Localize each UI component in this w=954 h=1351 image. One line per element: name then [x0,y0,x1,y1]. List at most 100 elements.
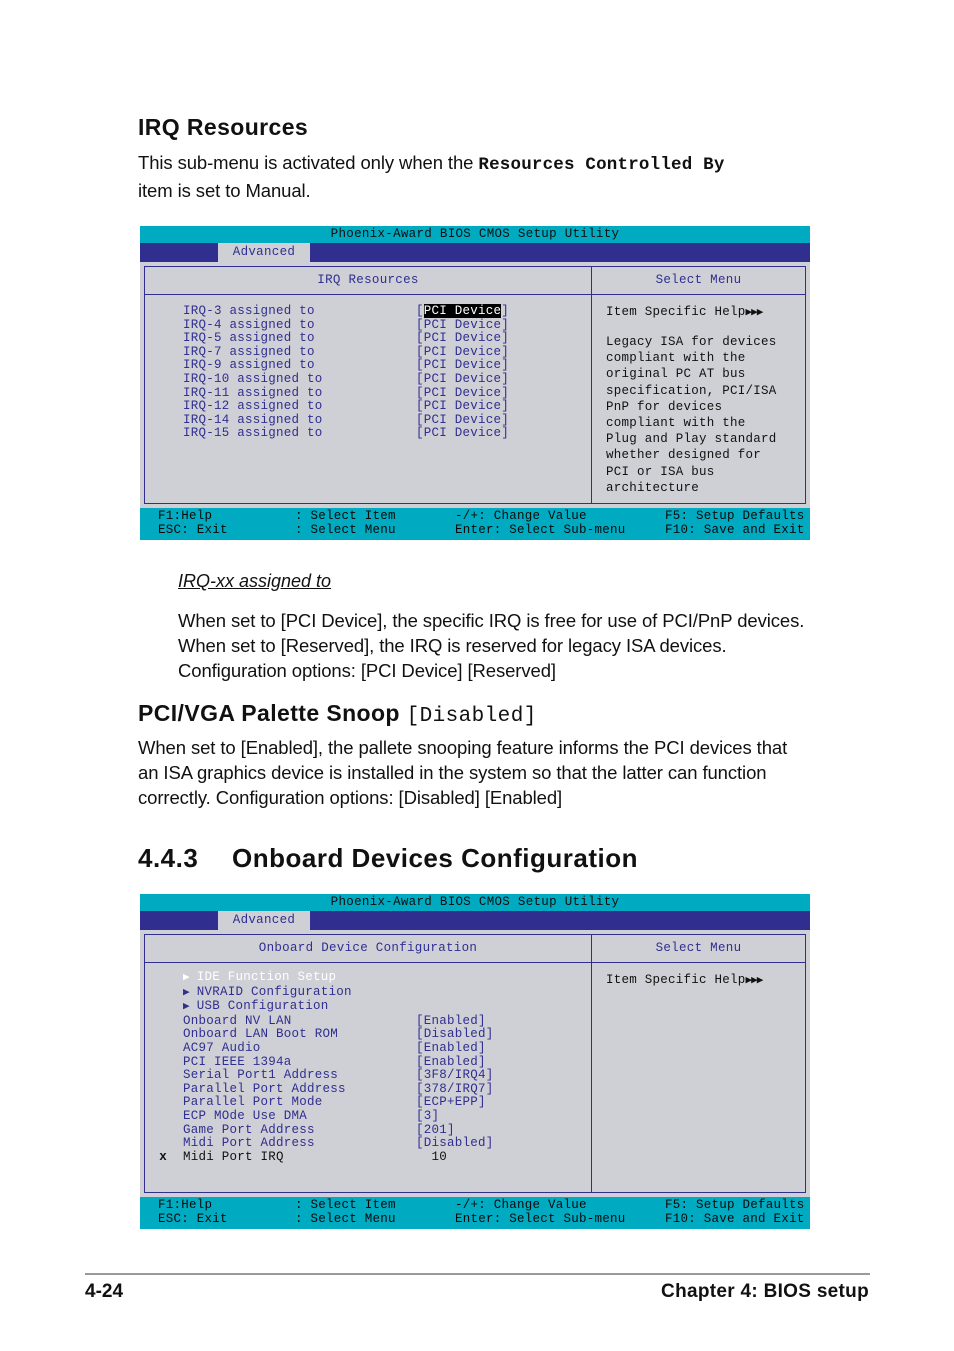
irq-xx-body-text: When set to [PCI Device], the specific I… [178,610,805,681]
row-marker [145,1110,171,1124]
footer-f1-help[interactable]: F1:Help [140,509,295,524]
footer-save-exit-2[interactable]: F10: Save and Exit [665,1212,810,1227]
section-number-443: 4.4.3 [138,843,199,873]
row-value[interactable]: [Disabled] [416,1137,494,1151]
palette-snoop-body-text: When set to [Enabled], the pallete snoop… [138,737,788,808]
row-value[interactable]: [PCI Device] [416,344,509,360]
bios-screen-irq-resources[interactable]: Phoenix-Award BIOS CMOS Setup Utility Ad… [140,226,810,541]
footer-row-top-1: F1:Help : Select Item -/+: Change Value … [140,509,810,524]
table-row[interactable]: PCI IEEE 1394a [Enabled] [145,1055,591,1070]
row-label: Onboard NV LAN [171,1014,416,1029]
table-row[interactable]: IRQ-10 assigned to [PCI Device] [145,372,591,387]
bracket-close: ] [501,426,510,441]
bios-right-panel-1: Select Menu Item Specific Help▶▶▶ Legacy… [592,267,805,503]
footer-setup-defaults-2[interactable]: F5: Setup Defaults [665,1198,810,1213]
table-row[interactable]: Parallel Port Address [378/IRQ7] [145,1081,591,1097]
table-row[interactable]: AC97 Audio [Enabled] [145,1041,591,1056]
footer-f1-help-2[interactable]: F1:Help [140,1198,295,1213]
table-row[interactable]: IRQ-9 assigned to [PCI Device] [145,359,591,373]
table-row[interactable]: IRQ-12 assigned to [PCI Device] [145,399,591,414]
table-row[interactable]: ▶ IDE Function Setup [145,970,591,986]
footer-esc-exit-2[interactable]: ESC: Exit [140,1212,295,1227]
bios-body-1: IRQ Resources IRQ-3 assigned to [PCI Devi… [140,262,810,508]
table-row[interactable]: ▶ NVRAID Configuration [145,984,591,1001]
table-row[interactable]: Serial Port1 Address [3F8/IRQ4] [145,1068,591,1083]
chapter-label: Chapter 4: BIOS setup [661,1281,869,1302]
row-value[interactable]: [3F8/IRQ4] [416,1069,494,1083]
row-marker [145,1056,171,1070]
row-value[interactable]: [PCI Device] [416,386,509,401]
table-row[interactable]: Game Port Address [201] [145,1122,591,1138]
row-value[interactable]: [PCI Device] [416,412,509,428]
footer-setup-defaults[interactable]: F5: Setup Defaults [665,509,810,524]
table-row[interactable]: IRQ-11 assigned to [PCI Device] [145,386,591,401]
row-label: IRQ-15 assigned to [183,426,323,441]
row-value[interactable]: [ECP+EPP] [416,1096,486,1110]
row-value[interactable]: 10 [416,1150,447,1165]
left-panel-header-1: IRQ Resources [145,267,591,295]
row-value-text: PCI Device [423,358,502,373]
row-value[interactable]: [Enabled] [416,1014,486,1029]
row-label: Serial Port1 Address [171,1068,416,1083]
triple-right-arrow-icon-1: ▶▶▶ [745,307,764,319]
row-value[interactable]: [Disabled] [416,1028,494,1042]
row-value[interactable]: [PCI Device] [416,359,509,373]
bracket-close: ] [501,304,510,318]
row-value-text: PCI Device [423,317,502,332]
help-title-text-1: Item Specific Help [606,305,746,319]
row-label: IRQ-14 assigned to [183,412,323,427]
footer-save-exit[interactable]: F10: Save and Exit [665,523,810,538]
table-row[interactable]: IRQ-14 assigned to [PCI Device] [145,412,591,428]
bios-tab-bar-2: Advanced [140,911,810,930]
table-row[interactable]: ECP MOde Use DMA [3] [145,1109,591,1124]
row-marker [145,1042,171,1056]
table-row[interactable]: IRQ-5 assigned to [PCI Device] [145,331,591,346]
row-value-text: PCI Device [423,412,502,427]
row-value-text: PCI Device [423,331,502,346]
tab-advanced[interactable]: Advanced [218,243,310,262]
footer-select-menu: : Select Menu [295,522,396,537]
row-value[interactable]: [PCI Device] [416,317,509,333]
row-value[interactable]: [3] [416,1109,439,1124]
row-value[interactable]: [PCI Device] [416,427,509,441]
row-value[interactable]: [Enabled] [416,1055,486,1070]
row-marker [145,1137,171,1151]
row-value[interactable]: [PCI Device] [416,372,509,387]
table-row[interactable]: IRQ-15 assigned to [PCI Device] [145,427,591,441]
table-row[interactable]: IRQ-3 assigned to [PCI Device] [145,304,591,319]
row-marker [145,414,171,428]
row-value[interactable]: [Enabled] [416,1041,486,1056]
table-row[interactable]: ▶ USB Configuration [145,999,591,1015]
bracket-open: [ [416,344,424,359]
row-label-text: Parallel Port Address [183,1081,346,1096]
table-row[interactable]: x Midi Port IRQ 10 [145,1150,591,1165]
row-marker [145,971,171,986]
table-row[interactable]: Parallel Port Mode [ECP+EPP] [145,1096,591,1110]
bios-left-panel-1: IRQ Resources IRQ-3 assigned to [PCI Devi… [145,267,592,503]
table-row[interactable]: Midi Port Address [Disabled] [145,1136,591,1151]
footer-esc-exit[interactable]: ESC: Exit [140,523,295,538]
palette-heading-bold: PCI/VGA Palette Snoop [138,700,400,726]
bios-tab-bar-1: Advanced [140,243,810,262]
irq-resources-intro: This sub-menu is activated only when the… [138,150,838,203]
row-label-text: Game Port Address [183,1122,315,1137]
row-value[interactable]: [PCI Device] [416,304,510,319]
right-panel-header-2: Select Menu [592,935,805,963]
tab-advanced-2[interactable]: Advanced [218,911,310,930]
row-value[interactable]: [PCI Device] [416,331,509,346]
bios-title-bar-2: Phoenix-Award BIOS CMOS Setup Utility [140,894,810,911]
irq-rows-list: IRQ-3 assigned to [PCI Device] IRQ-4 assig… [145,295,591,503]
row-value[interactable]: [201] [416,1123,455,1138]
bracket-open: [ [416,412,424,427]
item-specific-help-title-1: Item Specific Help▶▶▶ [592,305,805,319]
table-row[interactable]: IRQ-7 assigned to [PCI Device] [145,344,591,360]
bios-screen-onboard-devices[interactable]: Phoenix-Award BIOS CMOS Setup Utility Ad… [140,894,810,1230]
table-row[interactable]: Onboard NV LAN [Enabled] [145,1014,591,1029]
bios-columns-2: Onboard Device Configuration ▶ IDE Funct… [144,934,806,1193]
row-label-text: NVRAID Configuration [196,984,352,999]
row-value[interactable]: [PCI Device] [416,399,509,414]
row-value[interactable]: [378/IRQ7] [416,1082,494,1097]
table-row[interactable]: IRQ-4 assigned to [PCI Device] [145,317,591,333]
table-row[interactable]: Onboard LAN Boot ROM [Disabled] [145,1028,591,1042]
manual-page: IRQ Resources This sub-menu is activated… [0,0,954,1351]
